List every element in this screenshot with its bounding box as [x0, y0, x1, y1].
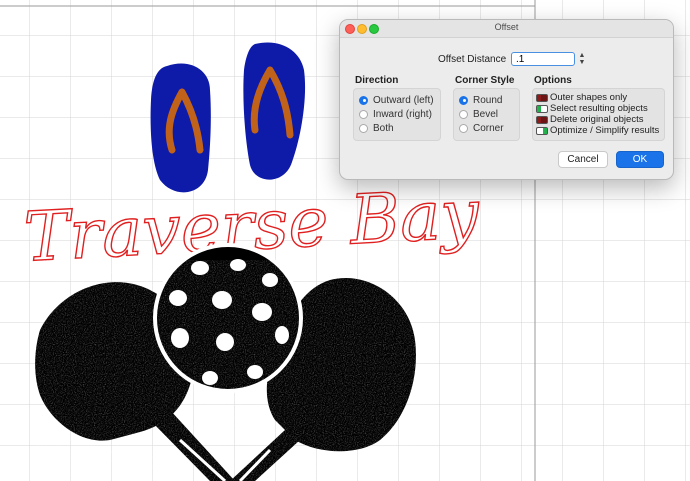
direction-group: Outward (left) Inward (right) Both	[353, 88, 441, 141]
toggle-off-icon[interactable]	[536, 93, 548, 102]
option-outer-shapes-only[interactable]: Outer shapes only	[536, 92, 627, 103]
option-select-resulting-objects[interactable]: Select resulting objects	[536, 103, 648, 114]
offset-distance-row: Offset Distance ▲ ▼	[340, 52, 673, 68]
option-optimize-simplify[interactable]: Optimize / Simplify results	[536, 125, 659, 136]
offset-dialog: Offset Offset Distance ▲ ▼ Direction Out…	[339, 19, 674, 180]
corner-style-group: Round Bevel Corner	[453, 88, 520, 141]
toggle-off-icon[interactable]	[536, 115, 548, 124]
stepper-up-icon[interactable]: ▲	[578, 52, 586, 59]
radio-icon[interactable]	[359, 109, 368, 119]
options-group: Outer shapes only Select resulting objec…	[532, 88, 665, 141]
radio-selected-icon[interactable]	[459, 95, 468, 105]
ok-button[interactable]: OK	[616, 151, 664, 168]
left-flip-flop[interactable]	[150, 63, 211, 193]
cancel-button[interactable]: Cancel	[558, 151, 608, 168]
radio-icon[interactable]	[459, 123, 468, 133]
toggle-icon[interactable]	[536, 104, 548, 113]
corner-style-label: Corner Style	[455, 75, 515, 86]
stepper-down-icon[interactable]: ▼	[578, 59, 586, 66]
direction-option-outward[interactable]: Outward (left)	[359, 94, 434, 106]
toggle-on-icon[interactable]	[536, 126, 548, 135]
corner-option-bevel[interactable]: Bevel	[459, 108, 498, 120]
radio-icon[interactable]	[359, 123, 368, 133]
radio-selected-icon[interactable]	[359, 95, 368, 105]
options-label: Options	[534, 75, 572, 86]
direction-label: Direction	[355, 75, 399, 86]
option-delete-original-objects[interactable]: Delete original objects	[536, 114, 643, 125]
offset-distance-input[interactable]	[511, 52, 575, 66]
dialog-titlebar[interactable]: Offset	[340, 20, 673, 38]
corner-option-corner[interactable]: Corner	[459, 122, 504, 134]
dialog-title: Offset	[494, 22, 519, 32]
direction-option-inward[interactable]: Inward (right)	[359, 108, 432, 120]
direction-option-both[interactable]: Both	[359, 122, 394, 134]
corner-option-round[interactable]: Round	[459, 94, 502, 106]
offset-distance-label: Offset Distance	[438, 54, 507, 65]
pickleball-emblem[interactable]	[35, 243, 425, 481]
radio-icon[interactable]	[459, 109, 468, 119]
offset-distance-stepper[interactable]: ▲ ▼	[578, 52, 586, 68]
